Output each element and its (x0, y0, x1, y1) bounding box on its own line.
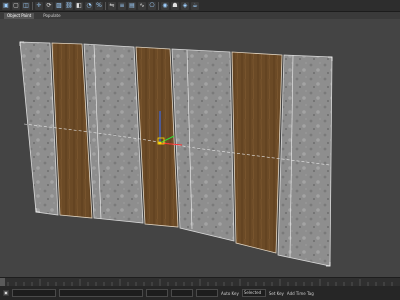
align-icon[interactable]: ≡ (118, 1, 126, 10)
mirror-icon[interactable]: ⇋ (108, 1, 116, 10)
maxscript-listener[interactable] (12, 289, 56, 297)
stone-panel (83, 43, 144, 224)
tab-object-paint[interactable]: Object Paint (4, 12, 35, 19)
toolbar-separator (32, 1, 33, 10)
curve-editor-icon[interactable]: ∿ (138, 1, 146, 10)
select-region-icon[interactable]: ▢ (12, 1, 20, 10)
auto-key-label[interactable]: Auto Key (221, 291, 239, 296)
snap-icon[interactable]: ◧ (75, 1, 83, 10)
y-coordinate-field[interactable] (171, 289, 193, 297)
link-icon[interactable]: ⛓ (65, 1, 73, 10)
render-setup-icon[interactable]: ☗ (171, 1, 179, 10)
percent-snap-icon[interactable]: % (95, 1, 103, 10)
rotate-icon[interactable]: ⟳ (45, 1, 53, 10)
teapot-icon[interactable]: ☕ (191, 1, 199, 10)
material-editor-icon[interactable]: ◉ (161, 1, 169, 10)
selected-dropdown[interactable]: Selected (241, 289, 266, 297)
wood-plank (231, 51, 283, 254)
angle-snap-icon[interactable]: ◔ (85, 1, 93, 10)
tab-populate[interactable]: Populate (40, 13, 63, 19)
layer-icon[interactable]: ▤ (128, 1, 136, 10)
x-coordinate-field[interactable] (146, 289, 168, 297)
add-time-tag-label[interactable]: Add Time Tag (287, 291, 314, 296)
select-window-icon[interactable]: ◫ (22, 1, 30, 10)
stone-panel (19, 41, 59, 216)
render-icon[interactable]: ◈ (181, 1, 189, 10)
maxscript-icon[interactable]: ▣ (3, 290, 9, 296)
z-coordinate-field[interactable] (196, 289, 218, 297)
set-key-label[interactable]: Set Key (269, 291, 284, 296)
select-icon[interactable]: ▣ (2, 1, 10, 10)
prompt-line (59, 289, 143, 297)
ribbon-tab-bar: Object Paint Populate (0, 12, 400, 19)
main-toolbar: ▣ ▢ ◫ ✛ ⟳ ▨ ⛓ ◧ ◔% ⇋ ≡ ▤ ∿ ⎔ ◉ ☗ ◈ ☕ (0, 0, 400, 12)
wall-panel-mesh[interactable] (19, 41, 333, 267)
perspective-viewport[interactable] (0, 19, 400, 277)
move-icon[interactable]: ✛ (35, 1, 43, 10)
status-bar: ▣ Auto Key Selected Set Key Add Time Tag (0, 286, 400, 300)
scene-canvas (19, 41, 333, 267)
schematic-icon[interactable]: ⎔ (148, 1, 156, 10)
toolbar-separator (158, 1, 159, 10)
scale-icon[interactable]: ▨ (55, 1, 63, 10)
stone-panel (277, 54, 333, 267)
toolbar-separator (105, 1, 106, 10)
